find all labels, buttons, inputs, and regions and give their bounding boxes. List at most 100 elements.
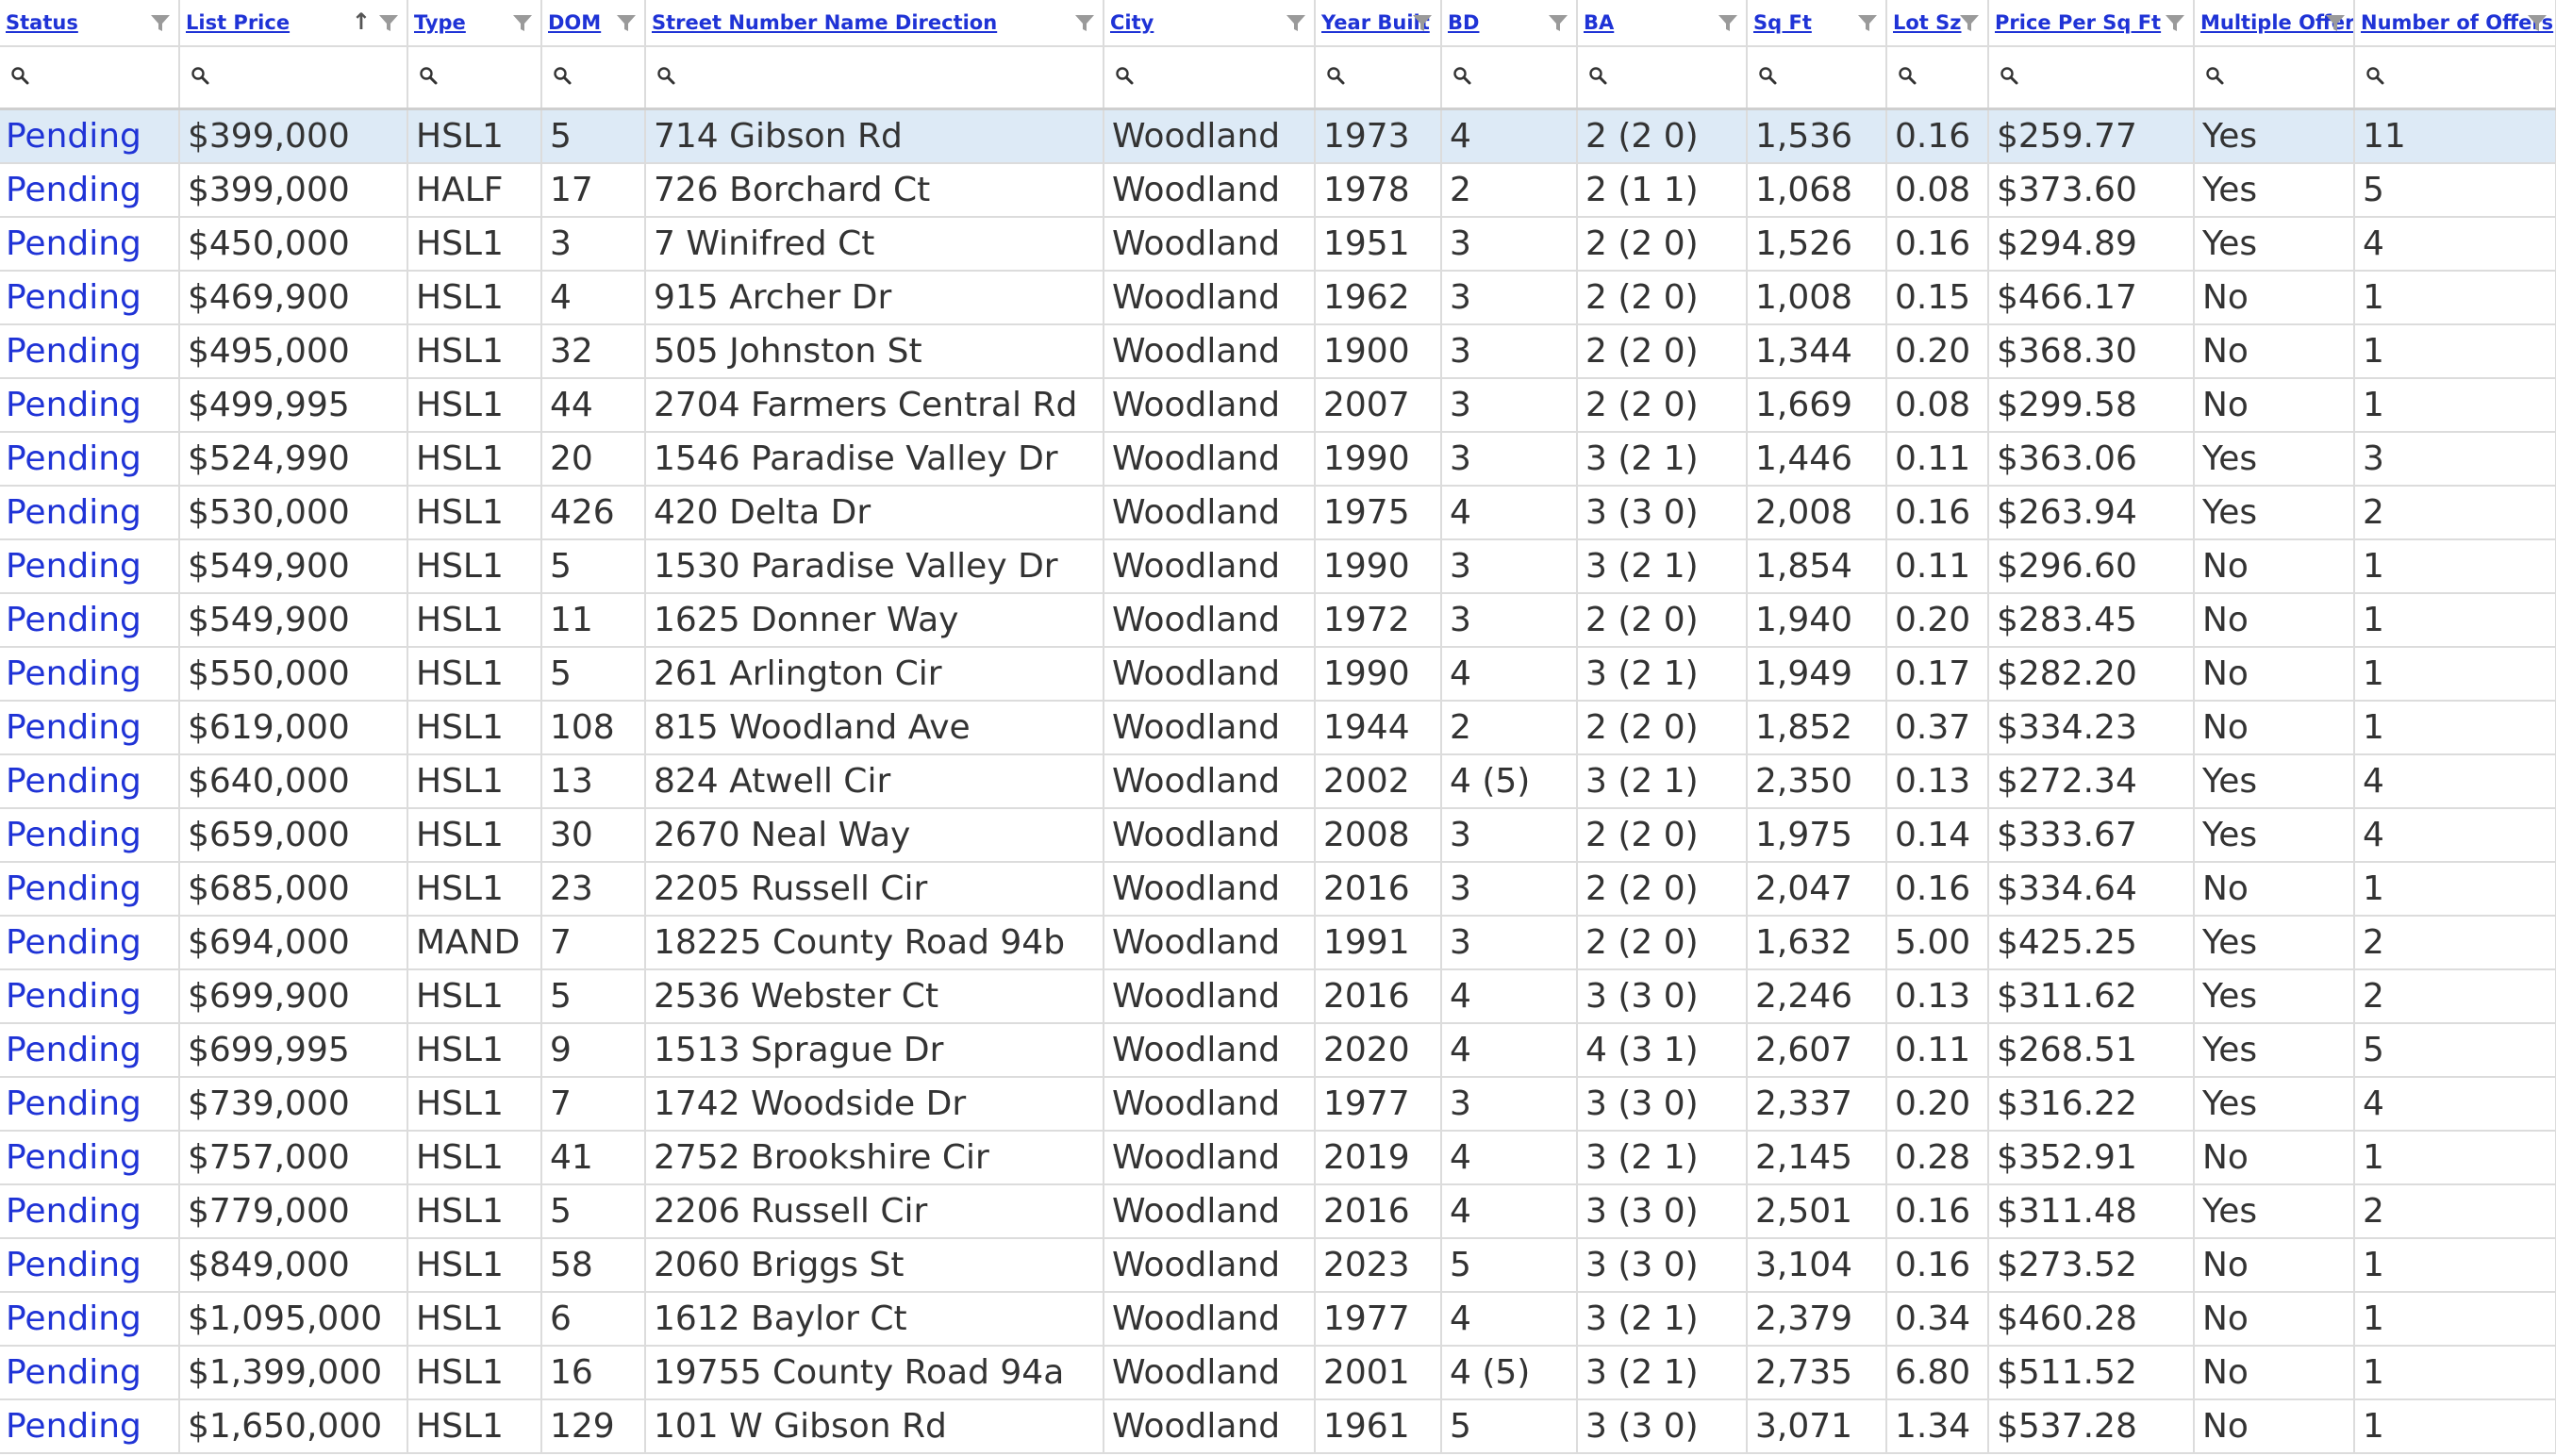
cell-status[interactable]: Pending	[0, 701, 180, 755]
cell-status[interactable]: Pending	[0, 1292, 180, 1347]
column-header-label[interactable]: Lot Sz	[1887, 11, 1962, 34]
table-row[interactable]: Pending $849,000 HSL1 58 2060 Briggs St Woodl…	[0, 1238, 2556, 1293]
cell-status[interactable]: Pending	[0, 647, 180, 702]
column-header-bd[interactable]: BD	[1441, 0, 1578, 47]
column-header-type[interactable]: Type	[407, 0, 542, 47]
cell-status[interactable]: Pending	[0, 539, 180, 594]
filter-icon[interactable]	[512, 12, 533, 33]
table-row[interactable]: Pending $1,650,000 HSL1 129 101 W Gibson Rd W…	[0, 1399, 2556, 1454]
table-row[interactable]: Pending $640,000 HSL1 13 824 Atwell Cir Woodl…	[0, 754, 2556, 809]
column-search-city[interactable]	[1104, 46, 1316, 110]
column-header-label[interactable]: Street Number Name Direction	[646, 11, 997, 34]
column-search-bd[interactable]	[1441, 46, 1578, 110]
cell-status[interactable]: Pending	[0, 754, 180, 809]
column-header-label[interactable]: BA	[1578, 11, 1614, 34]
column-header-label[interactable]: DOM	[542, 11, 601, 34]
column-header-label[interactable]: Sq Ft	[1748, 11, 1812, 34]
column-search-num-offers[interactable]	[2354, 46, 2556, 110]
column-search-multiple-offers[interactable]	[2194, 46, 2355, 110]
table-row[interactable]: Pending $549,900 HSL1 11 1625 Donner Way Wood…	[0, 593, 2556, 648]
table-row[interactable]: Pending $530,000 HSL1 426 420 Delta Dr Woodla…	[0, 486, 2556, 540]
cell-status[interactable]: Pending	[0, 969, 180, 1024]
filter-icon[interactable]	[1412, 12, 1433, 33]
cell-status[interactable]: Pending	[0, 808, 180, 863]
column-header-label[interactable]: Price Per Sq Ft	[1989, 11, 2161, 34]
cell-status[interactable]: Pending	[0, 1131, 180, 1185]
column-header-city[interactable]: City	[1104, 0, 1316, 47]
column-header-sqft[interactable]: Sq Ft	[1747, 0, 1887, 47]
column-search-type[interactable]	[407, 46, 542, 110]
column-header-lot-sz[interactable]: Lot Sz	[1886, 0, 1989, 47]
filter-icon[interactable]	[1959, 12, 1980, 33]
filter-icon[interactable]	[150, 12, 171, 33]
cell-status[interactable]: Pending	[0, 271, 180, 325]
cell-status[interactable]: Pending	[0, 862, 180, 917]
column-search-lot-sz[interactable]	[1886, 46, 1989, 110]
table-row[interactable]: Pending $659,000 HSL1 30 2670 Neal Way Woodla…	[0, 808, 2556, 863]
cell-status[interactable]: Pending	[0, 217, 180, 272]
cell-status[interactable]: Pending	[0, 432, 180, 487]
column-search-sqft[interactable]	[1747, 46, 1887, 110]
table-row[interactable]: Pending $399,000 HALF 17 726 Borchard Ct Wood…	[0, 163, 2556, 218]
column-search-year-built[interactable]	[1315, 46, 1442, 110]
column-header-label[interactable]: Number of Offers	[2355, 11, 2553, 34]
column-search-list-price[interactable]	[179, 46, 408, 110]
column-header-multiple-offers[interactable]: Multiple Offers	[2194, 0, 2355, 47]
cell-status[interactable]: Pending	[0, 1238, 180, 1293]
table-row[interactable]: Pending $699,995 HSL1 9 1513 Sprague Dr Woodl…	[0, 1023, 2556, 1078]
table-row[interactable]: Pending $549,900 HSL1 5 1530 Paradise Valley…	[0, 539, 2556, 594]
table-row[interactable]: Pending $699,900 HSL1 5 2536 Webster Ct Woodl…	[0, 969, 2556, 1024]
table-row[interactable]: Pending $779,000 HSL1 5 2206 Russell Cir Wood…	[0, 1184, 2556, 1239]
cell-status[interactable]: Pending	[0, 916, 180, 970]
table-row[interactable]: Pending $450,000 HSL1 3 7 Winifred Ct Woodlan…	[0, 217, 2556, 272]
column-header-label[interactable]: BD	[1442, 11, 1479, 34]
filter-icon[interactable]	[1718, 12, 1738, 33]
table-row[interactable]: Pending $694,000 MAND 7 18225 County Road 94…	[0, 916, 2556, 970]
table-row[interactable]: Pending $524,990 HSL1 20 1546 Paradise Valle…	[0, 432, 2556, 487]
column-header-dom[interactable]: DOM	[541, 0, 646, 47]
column-header-price-per-sqft[interactable]: Price Per Sq Ft	[1988, 0, 2195, 47]
column-search-price-per-sqft[interactable]	[1988, 46, 2195, 110]
cell-status[interactable]: Pending	[0, 593, 180, 648]
column-header-list-price[interactable]: List Price ↑	[179, 0, 408, 47]
cell-status[interactable]: Pending	[0, 1399, 180, 1454]
table-row[interactable]: Pending $399,000 HSL1 5 714 Gibson Rd Woodlan…	[0, 108, 2556, 164]
column-search-ba[interactable]	[1577, 46, 1748, 110]
filter-icon[interactable]	[2325, 12, 2346, 33]
table-row[interactable]: Pending $495,000 HSL1 32 505 Johnston St Wood…	[0, 324, 2556, 379]
column-header-num-offers[interactable]: Number of Offers	[2354, 0, 2556, 47]
column-search-status[interactable]	[0, 46, 180, 110]
table-row[interactable]: Pending $739,000 HSL1 7 1742 Woodside Dr Wood…	[0, 1077, 2556, 1132]
cell-status[interactable]: Pending	[0, 1346, 180, 1400]
table-row[interactable]: Pending $685,000 HSL1 23 2205 Russell Cir Woo…	[0, 862, 2556, 917]
cell-status[interactable]: Pending	[0, 108, 180, 164]
filter-icon[interactable]	[1074, 12, 1095, 33]
filter-icon[interactable]	[2527, 12, 2548, 33]
table-row[interactable]: Pending $469,900 HSL1 4 915 Archer Dr Woodlan…	[0, 271, 2556, 325]
cell-status[interactable]: Pending	[0, 1023, 180, 1078]
cell-status[interactable]: Pending	[0, 1184, 180, 1239]
cell-status[interactable]: Pending	[0, 163, 180, 218]
cell-status[interactable]: Pending	[0, 378, 180, 433]
filter-icon[interactable]	[378, 12, 399, 33]
column-header-address[interactable]: Street Number Name Direction	[645, 0, 1104, 47]
column-header-label[interactable]: List Price	[180, 11, 290, 34]
cell-status[interactable]: Pending	[0, 486, 180, 540]
table-row[interactable]: Pending $1,399,000 HSL1 16 19755 County Road…	[0, 1346, 2556, 1400]
filter-icon[interactable]	[1857, 12, 1878, 33]
filter-icon[interactable]	[1548, 12, 1568, 33]
filter-icon[interactable]	[2165, 12, 2185, 33]
cell-status[interactable]: Pending	[0, 1077, 180, 1132]
column-header-year-built[interactable]: Year Built	[1315, 0, 1442, 47]
table-row[interactable]: Pending $550,000 HSL1 5 261 Arlington Cir Woo…	[0, 647, 2556, 702]
column-header-ba[interactable]: BA	[1577, 0, 1748, 47]
column-search-address[interactable]	[645, 46, 1104, 110]
table-row[interactable]: Pending $757,000 HSL1 41 2752 Brookshire Cir…	[0, 1131, 2556, 1185]
cell-status[interactable]: Pending	[0, 324, 180, 379]
column-header-label[interactable]: Status	[0, 11, 78, 34]
column-search-dom[interactable]	[541, 46, 646, 110]
filter-icon[interactable]	[616, 12, 637, 33]
table-row[interactable]: Pending $1,095,000 HSL1 6 1612 Baylor Ct Wood…	[0, 1292, 2556, 1347]
sort-ascending-icon[interactable]: ↑	[352, 8, 371, 35]
column-header-label[interactable]: Type	[408, 11, 466, 34]
